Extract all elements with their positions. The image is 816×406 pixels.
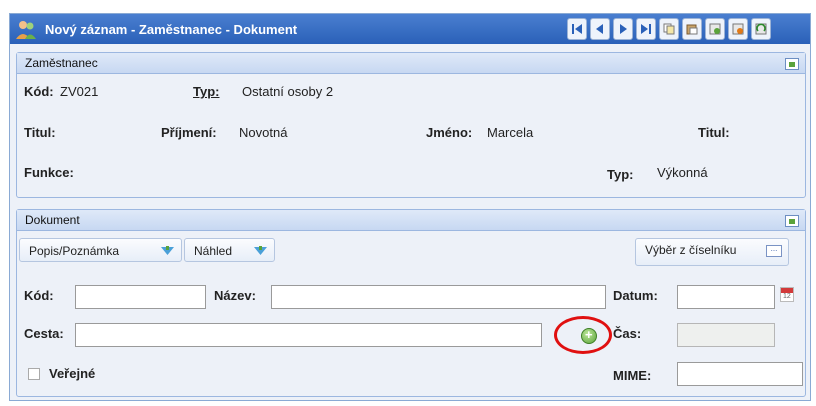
doc-code-input[interactable] xyxy=(75,285,206,309)
copy-button[interactable] xyxy=(659,18,679,40)
copy-icon xyxy=(663,23,675,35)
select-from-list-button[interactable]: Výběr z číselníku ... xyxy=(635,238,789,266)
time-input xyxy=(677,323,775,347)
select-from-list-label: Výběr z číselníku xyxy=(645,243,737,257)
paste-button[interactable] xyxy=(682,18,702,40)
path-label: Cesta: xyxy=(24,326,64,341)
document-panel: Dokument Popis/Poznámka Náhled Výběr z č… xyxy=(16,209,806,397)
document-panel-header: Dokument xyxy=(17,210,805,231)
window-title: Nový záznam - Zaměstnanec - Dokument xyxy=(45,22,298,37)
first-record-button[interactable] xyxy=(567,18,587,40)
arrow-down-icon xyxy=(254,246,267,255)
last-record-icon xyxy=(641,24,651,34)
employee-panel-header: Zaměstnanec xyxy=(17,53,805,74)
title-label: Titul: xyxy=(24,125,56,140)
function-type-label: Typ: xyxy=(607,167,634,182)
type-label: Typ: xyxy=(193,84,220,99)
first-record-icon xyxy=(572,24,582,34)
code-label: Kód: xyxy=(24,84,54,99)
save-close-button[interactable] xyxy=(728,18,748,40)
calendar-icon[interactable] xyxy=(780,287,794,302)
save-icon xyxy=(709,23,721,35)
surname-value: Novotná xyxy=(239,125,288,140)
doc-name-input[interactable] xyxy=(271,285,606,309)
save-button[interactable] xyxy=(705,18,725,40)
arrow-down-icon xyxy=(161,246,174,255)
function-type-value: Výkonná xyxy=(657,165,708,180)
public-checkbox[interactable] xyxy=(28,368,40,380)
title-bar: Nový záznam - Zaměstnanec - Dokument xyxy=(10,14,810,44)
date-label: Datum: xyxy=(613,288,658,303)
tab-preview-label: Náhled xyxy=(194,244,233,258)
tab-preview[interactable]: Náhled xyxy=(184,238,275,262)
code-value: ZV021 xyxy=(60,84,99,99)
document-panel-title: Dokument xyxy=(25,213,80,227)
highlight-circle xyxy=(554,316,612,354)
collapse-panel-icon[interactable] xyxy=(785,58,799,70)
type-value: Ostatní osoby 2 xyxy=(242,84,334,99)
surname-label: Příjmení: xyxy=(161,125,217,140)
date-input[interactable] xyxy=(677,285,775,309)
last-record-button[interactable] xyxy=(636,18,656,40)
tab-description-note-label: Popis/Poznámka xyxy=(29,244,120,258)
mime-label: MIME: xyxy=(613,368,652,383)
save-close-icon xyxy=(732,23,744,35)
doc-code-label: Kód: xyxy=(24,288,54,303)
tab-description-note[interactable]: Popis/Poznámka xyxy=(19,238,182,262)
title-after-label: Titul: xyxy=(698,125,730,140)
public-label: Veřejné xyxy=(49,366,96,381)
time-label: Čas: xyxy=(613,326,642,341)
previous-record-icon xyxy=(596,24,603,34)
firstname-value: Marcela xyxy=(487,125,534,140)
next-record-button[interactable] xyxy=(613,18,633,40)
employee-panel: Zaměstnanec Kód: ZV021 Typ: Ostatní osob… xyxy=(16,52,806,198)
collapse-panel-icon[interactable] xyxy=(785,215,799,227)
refresh-button[interactable] xyxy=(751,18,771,40)
function-label: Funkce: xyxy=(24,165,74,180)
previous-record-button[interactable] xyxy=(590,18,610,40)
mime-input[interactable] xyxy=(677,362,803,386)
path-input[interactable] xyxy=(75,323,542,347)
doc-name-label: Název: xyxy=(214,288,256,303)
ellipsis-icon: ... xyxy=(766,245,782,257)
firstname-label: Jméno: xyxy=(426,125,473,140)
refresh-icon xyxy=(755,23,767,35)
dialog-window: Nový záznam - Zaměstnanec - Dokument Zam… xyxy=(9,13,811,401)
next-record-icon xyxy=(620,24,627,34)
employee-panel-title: Zaměstnanec xyxy=(25,56,98,70)
paste-icon xyxy=(686,24,698,35)
users-icon xyxy=(16,21,36,39)
